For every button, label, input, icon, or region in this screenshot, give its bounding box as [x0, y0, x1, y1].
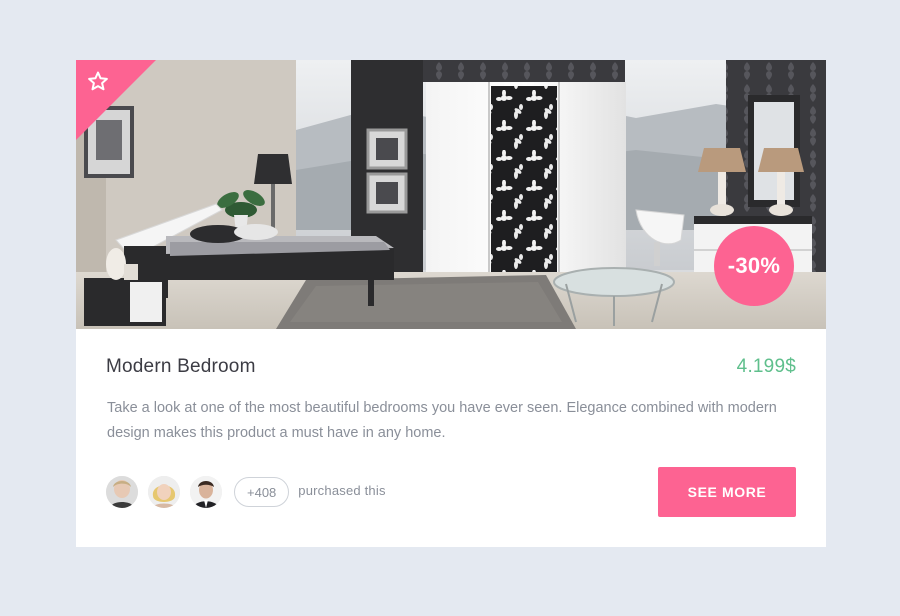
favorite-ribbon[interactable]: [76, 60, 156, 140]
buyer-avatar-2[interactable]: [148, 476, 180, 508]
buyers-count-pill[interactable]: +408: [234, 477, 290, 507]
product-card: -30% Modern Bedroom 4.199$ Take a look a…: [76, 60, 826, 547]
bedroom-illustration: [76, 60, 826, 329]
purchased-label: purchased this: [298, 483, 386, 498]
discount-badge: -30%: [714, 226, 794, 306]
avatar-photo-icon: [190, 476, 222, 508]
see-more-button[interactable]: SEE MORE: [658, 467, 796, 517]
product-price: 4.199$: [736, 356, 796, 377]
product-title: Modern Bedroom: [106, 356, 256, 377]
product-image[interactable]: [76, 60, 826, 329]
product-description: Take a look at one of the most beautiful…: [107, 400, 777, 441]
buyer-avatar-1[interactable]: [106, 476, 138, 508]
buyer-avatar-3[interactable]: [190, 476, 222, 508]
avatar-photo-icon: [148, 476, 180, 508]
star-outline-icon: [76, 60, 156, 140]
avatar-photo-icon: [106, 476, 138, 508]
buyers-row: +408 purchased this: [106, 475, 386, 509]
